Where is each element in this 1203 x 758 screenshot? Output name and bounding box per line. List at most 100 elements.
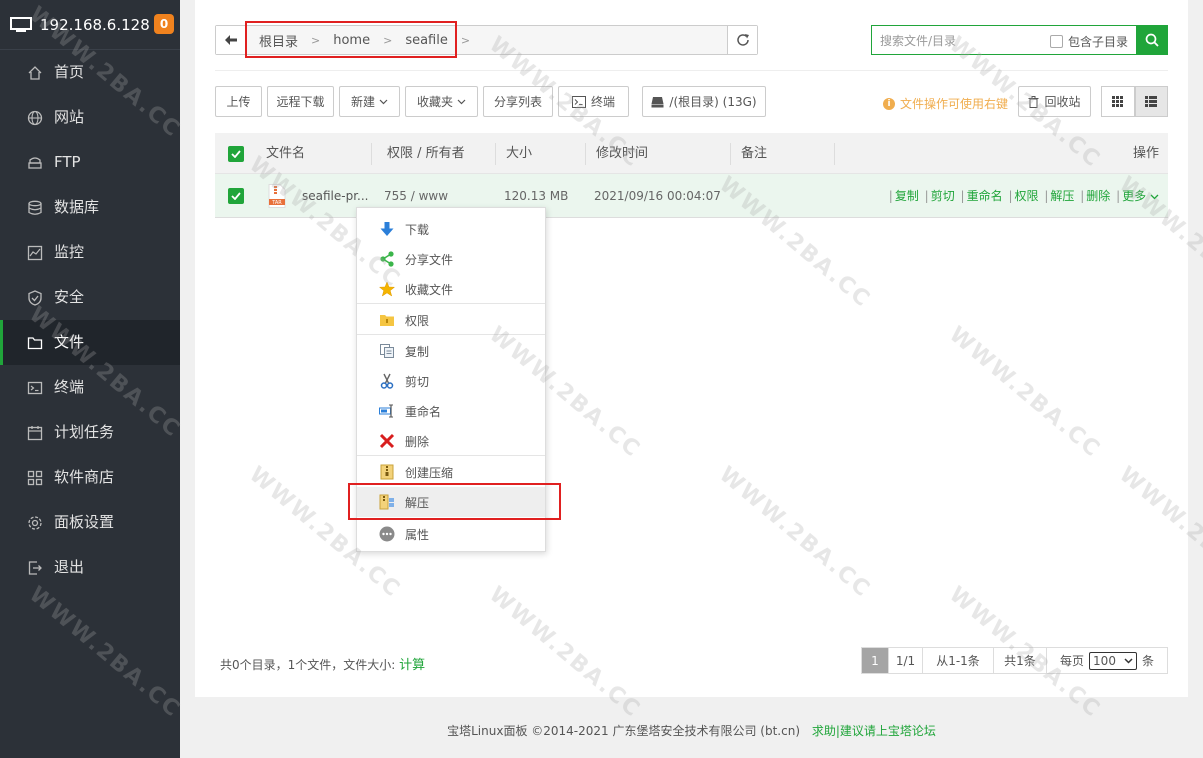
menu-item-delete[interactable]: 删除 bbox=[357, 426, 545, 456]
col-size[interactable]: 大小 bbox=[506, 133, 532, 173]
menu-label: 创建压缩 bbox=[405, 465, 454, 480]
page-current[interactable]: 1 bbox=[861, 647, 889, 674]
notification-badge[interactable]: 0 bbox=[154, 14, 174, 34]
favorites-dropdown-button[interactable]: 收藏夹 bbox=[405, 86, 478, 117]
gear-icon bbox=[28, 515, 42, 530]
disk-button[interactable]: /(根目录) (13G) bbox=[642, 86, 766, 117]
menu-label: 下载 bbox=[405, 222, 430, 237]
sidebar-item-label: 退出 bbox=[54, 558, 85, 576]
grid-view-button[interactable] bbox=[1101, 86, 1135, 117]
download-arrow-icon bbox=[380, 222, 394, 236]
action-copy[interactable]: 复制 bbox=[895, 189, 919, 203]
terminal-button[interactable]: 终端 bbox=[558, 86, 629, 117]
upload-label: 上传 bbox=[226, 95, 251, 109]
view-toggle bbox=[1101, 86, 1168, 117]
new-dropdown-button[interactable]: 新建 bbox=[339, 86, 400, 117]
sidebar-item-label: 网站 bbox=[54, 108, 85, 126]
svg-text:TAR: TAR bbox=[271, 200, 282, 206]
per-page: 每页 100 条 bbox=[1047, 647, 1168, 674]
menu-divider bbox=[357, 303, 545, 304]
action-permission[interactable]: 权限 bbox=[1014, 189, 1038, 203]
delete-x-icon bbox=[379, 433, 395, 449]
column-divider bbox=[495, 143, 496, 165]
menu-label: 复制 bbox=[405, 344, 430, 359]
search-button[interactable] bbox=[1136, 25, 1168, 55]
tip-text: 文件操作可使用右键 bbox=[900, 97, 1009, 111]
menu-item-rename[interactable]: 重命名 bbox=[357, 396, 545, 426]
sidebar-item-database[interactable]: 数据库 bbox=[0, 185, 180, 230]
column-divider bbox=[585, 143, 586, 165]
scissors-icon bbox=[380, 373, 394, 389]
select-all-checkbox[interactable] bbox=[228, 146, 244, 162]
chevron-right-icon: > bbox=[460, 33, 471, 47]
menu-label: 分享文件 bbox=[405, 252, 454, 267]
menu-item-share[interactable]: 分享文件 bbox=[357, 244, 545, 274]
menu-item-download[interactable]: 下载 bbox=[357, 214, 545, 244]
column-divider bbox=[834, 143, 835, 165]
page-count: 1/1 bbox=[889, 647, 923, 674]
file-manager-panel: 根目录 > home > seafile > 搜索文件/目录 包含子目录 上传 … bbox=[195, 0, 1188, 697]
column-divider bbox=[371, 143, 372, 165]
chevron-down-icon bbox=[379, 99, 388, 104]
sidebar-item-label: 软件商店 bbox=[54, 468, 115, 486]
sidebar-item-logout[interactable]: 退出 bbox=[0, 545, 180, 590]
upload-button[interactable]: 上传 bbox=[215, 86, 262, 117]
row-checkbox[interactable] bbox=[228, 188, 244, 204]
refresh-button[interactable] bbox=[727, 26, 757, 54]
col-ops: 操作 bbox=[1132, 146, 1159, 161]
col-mtime[interactable]: 修改时间 bbox=[596, 133, 648, 173]
col-permission[interactable]: 权限 / 所有者 bbox=[387, 133, 465, 173]
sidebar-item-terminal[interactable]: 终端 bbox=[0, 365, 180, 410]
sidebar-item-security[interactable]: 安全 bbox=[0, 275, 180, 320]
info-icon: i bbox=[883, 97, 895, 110]
menu-label: 重命名 bbox=[405, 404, 442, 419]
action-extract[interactable]: 解压 bbox=[1050, 189, 1074, 203]
database-icon bbox=[28, 200, 42, 215]
action-rename[interactable]: 重命名 bbox=[967, 189, 1003, 203]
menu-item-cut[interactable]: 剪切 bbox=[357, 366, 545, 396]
disk-icon bbox=[651, 96, 664, 107]
remote-download-button[interactable]: 远程下载 bbox=[267, 86, 334, 117]
action-delete[interactable]: 删除 bbox=[1086, 189, 1110, 203]
sidebar-item-label: 面板设置 bbox=[54, 513, 115, 531]
list-view-button[interactable] bbox=[1134, 86, 1168, 117]
include-subdir-checkbox[interactable] bbox=[1049, 35, 1063, 48]
calc-size-link[interactable]: 计算 bbox=[399, 658, 425, 673]
sidebar-item-store[interactable]: 软件商店 bbox=[0, 455, 180, 500]
home-icon bbox=[28, 65, 42, 80]
sidebar-item-monitor[interactable]: 监控 bbox=[0, 230, 180, 275]
search-input[interactable]: 搜索文件/目录 包含子目录 bbox=[871, 25, 1136, 55]
sidebar: 192.168.6.128 0 首页 网站 FTP 数据库 监控 安全 文件 终… bbox=[0, 0, 180, 758]
terminal-icon bbox=[571, 95, 586, 108]
menu-item-favorite[interactable]: 收藏文件 bbox=[357, 274, 545, 304]
menu-item-permission[interactable]: 权限 bbox=[357, 305, 545, 335]
per-page-select[interactable]: 100 bbox=[1089, 651, 1137, 670]
recycle-bin-button[interactable]: 回收站 bbox=[1018, 86, 1091, 117]
action-cut[interactable]: 剪切 bbox=[931, 189, 955, 203]
include-subdir-toggle[interactable]: 包含子目录 bbox=[1049, 33, 1128, 50]
sidebar-item-settings[interactable]: 面板设置 bbox=[0, 500, 180, 545]
col-name[interactable]: 文件名 bbox=[266, 133, 305, 173]
sidebar-item-files[interactable]: 文件 bbox=[0, 320, 180, 365]
share-list-button[interactable]: 分享列表 bbox=[483, 86, 553, 117]
sidebar-item-cron[interactable]: 计划任务 bbox=[0, 410, 180, 455]
check-icon bbox=[231, 150, 241, 158]
extract-highlight-box bbox=[348, 483, 561, 520]
menu-item-copy[interactable]: 复制 bbox=[357, 336, 545, 366]
sidebar-item-ftp[interactable]: FTP bbox=[0, 140, 180, 185]
star-icon bbox=[379, 281, 395, 297]
sidebar-item-website[interactable]: 网站 bbox=[0, 95, 180, 140]
menu-divider bbox=[357, 455, 545, 456]
menu-item-properties[interactable]: 属性 bbox=[357, 519, 545, 549]
server-host: 192.168.6.128 bbox=[40, 15, 150, 34]
disk-label: /(根目录) (13G) bbox=[669, 95, 757, 109]
back-button[interactable] bbox=[216, 26, 246, 54]
forum-link[interactable]: 求助|建议请上宝塔论坛 bbox=[812, 724, 936, 738]
col-note: 备注 bbox=[741, 146, 768, 161]
search-icon bbox=[1145, 33, 1159, 47]
more-dots-icon bbox=[379, 526, 395, 542]
sidebar-item-home[interactable]: 首页 bbox=[0, 50, 180, 95]
zip-icon bbox=[380, 464, 394, 480]
trash-icon bbox=[1028, 95, 1039, 108]
action-more[interactable]: 更多 bbox=[1122, 189, 1146, 203]
